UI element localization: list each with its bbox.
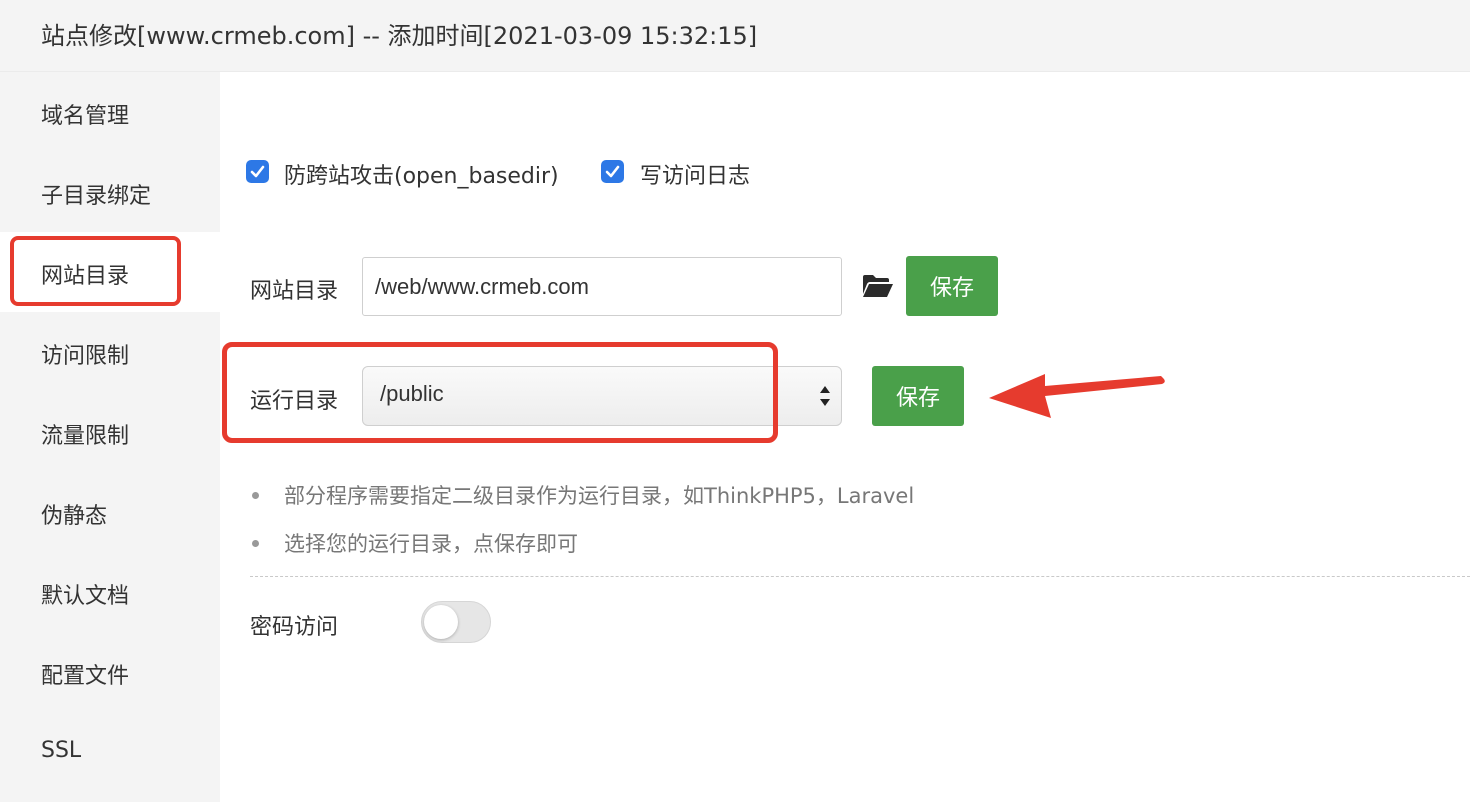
- sidebar-item-rewrite[interactable]: 伪静态: [0, 472, 220, 552]
- sidebar-item-config-file[interactable]: 配置文件: [0, 632, 220, 712]
- updown-arrows-icon: [820, 386, 830, 406]
- site-dir-label: 网站目录: [250, 279, 339, 304]
- title-bar: 站点修改[www.crmeb.com] -- 添加时间[2021-03-09 1…: [0, 0, 1470, 72]
- open-basedir-label: 防跨站攻击(open_basedir): [284, 164, 559, 189]
- bullet-icon: [252, 540, 259, 547]
- list-item: 部分程序需要指定二级目录作为运行目录，如ThinkPHP5，Laravel: [250, 480, 914, 528]
- sidebar-item-ssl[interactable]: SSL: [0, 712, 220, 792]
- sidebar-item-label: 伪静态: [41, 504, 108, 529]
- sidebar-item-domain-management[interactable]: 域名管理: [0, 72, 220, 152]
- sidebar: 域名管理 子目录绑定 网站目录 访问限制 流量限制 伪静态 默认文档 配置文件 …: [0, 72, 220, 802]
- bullet-icon: [252, 492, 259, 499]
- toggle-knob: [424, 605, 458, 639]
- list-item: 选择您的运行目录，点保存即可: [250, 528, 914, 576]
- sidebar-item-site-directory[interactable]: 网站目录: [0, 232, 220, 312]
- sidebar-item-label: 子目录绑定: [41, 184, 152, 209]
- site-dir-input[interactable]: [362, 257, 842, 316]
- sidebar-item-label: 流量限制: [41, 424, 130, 449]
- access-log-checkbox[interactable]: [601, 160, 624, 183]
- tip-text: 部分程序需要指定二级目录作为运行目录，如ThinkPHP5，Laravel: [284, 484, 915, 508]
- help-tips-list: 部分程序需要指定二级目录作为运行目录，如ThinkPHP5，Laravel 选择…: [250, 480, 914, 576]
- tip-text: 选择您的运行目录，点保存即可: [284, 532, 578, 556]
- save-site-dir-button[interactable]: 保存: [906, 256, 998, 316]
- checkmark-icon: [605, 165, 620, 178]
- folder-open-icon[interactable]: [862, 274, 894, 302]
- sidebar-item-access-limit[interactable]: 访问限制: [0, 312, 220, 392]
- password-access-label: 密码访问: [250, 615, 339, 640]
- checkmark-icon: [250, 165, 265, 178]
- annotation-highlight-box: [222, 342, 778, 443]
- sidebar-item-label: 访问限制: [41, 344, 130, 369]
- access-log-label: 写访问日志: [640, 164, 751, 189]
- sidebar-item-label: 域名管理: [41, 104, 130, 129]
- annotation-highlight-box: [10, 236, 181, 306]
- window-title: 站点修改[www.crmeb.com] -- 添加时间[2021-03-09 1…: [41, 22, 758, 50]
- save-run-dir-button[interactable]: 保存: [872, 366, 964, 426]
- annotation-arrow-icon: [989, 374, 1165, 418]
- sidebar-item-label: 配置文件: [41, 664, 130, 689]
- sidebar-item-default-document[interactable]: 默认文档: [0, 552, 220, 632]
- sidebar-item-subdirectory-binding[interactable]: 子目录绑定: [0, 152, 220, 232]
- open-basedir-checkbox[interactable]: [246, 160, 269, 183]
- dashed-divider: [250, 576, 1470, 577]
- sidebar-item-label: SSL: [41, 738, 82, 763]
- password-access-toggle[interactable]: [421, 601, 491, 643]
- sidebar-item-traffic-limit[interactable]: 流量限制: [0, 392, 220, 472]
- sidebar-item-label: 默认文档: [41, 584, 130, 609]
- main-panel: 防跨站攻击(open_basedir) 写访问日志 网站目录 保存 运行目录 /…: [220, 72, 1470, 802]
